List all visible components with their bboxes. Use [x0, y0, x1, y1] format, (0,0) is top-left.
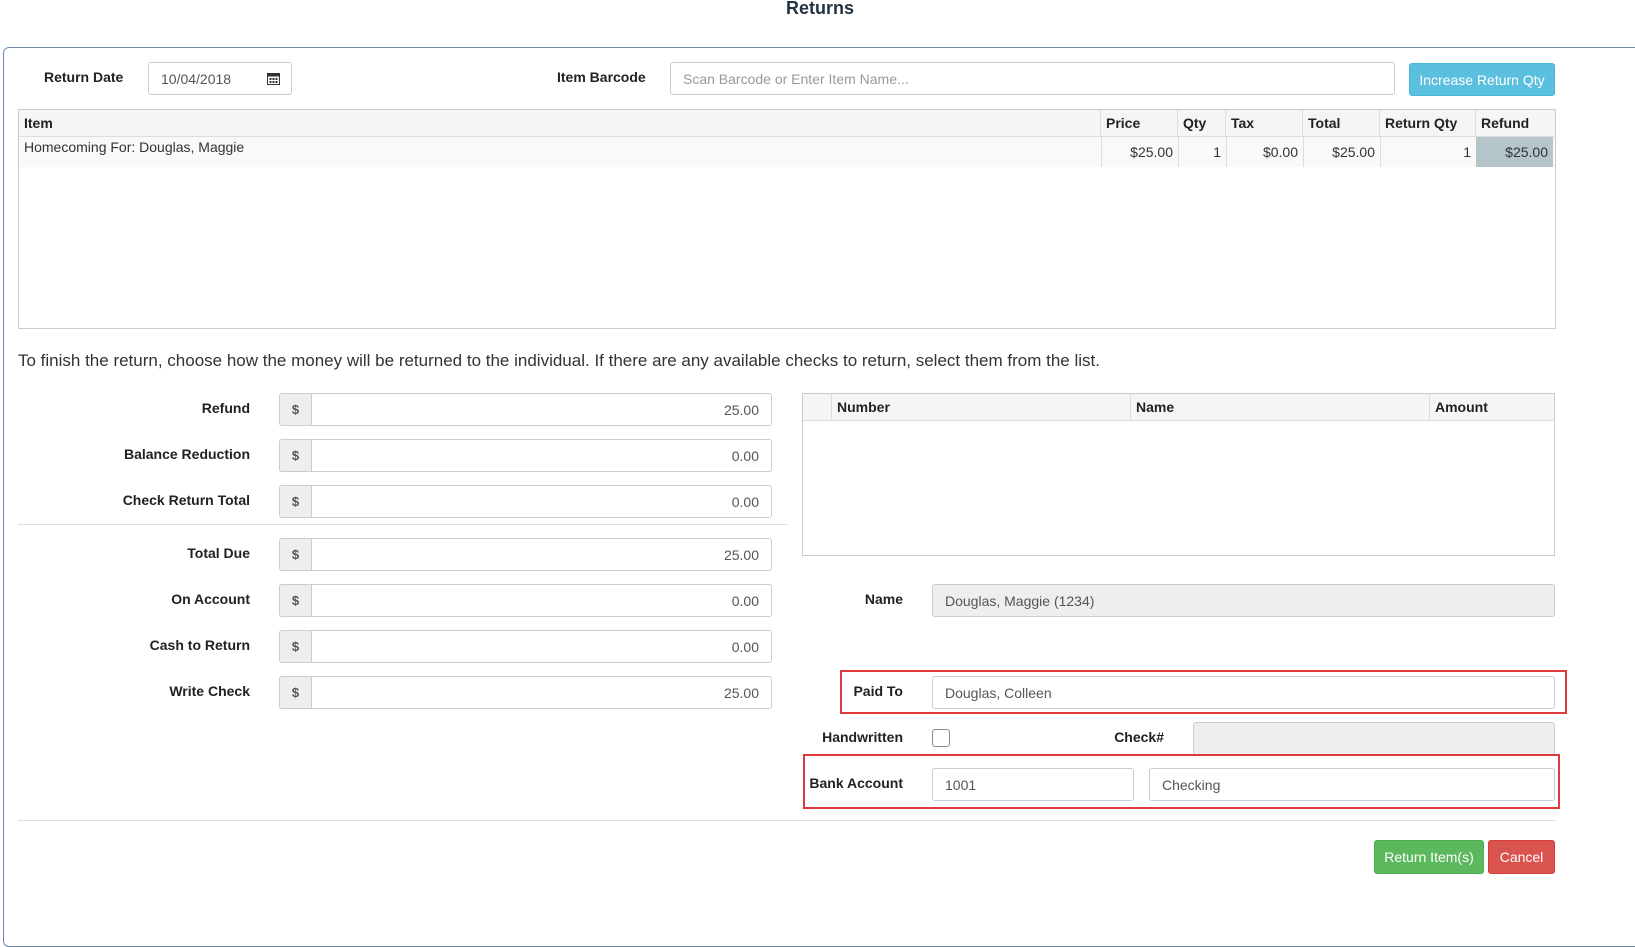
col-refund-header[interactable]: Refund — [1476, 110, 1557, 136]
col-price-header[interactable]: Price — [1101, 110, 1178, 136]
row-qty-cell: 1 — [1178, 137, 1226, 167]
table-row[interactable]: Homecoming For: Douglas, Maggie $25.00 1… — [19, 137, 1555, 167]
instructions-text: To finish the return, choose how the mon… — [18, 351, 1100, 370]
checks-grid: Number Name Amount — [802, 393, 1555, 556]
bank-account-label: Bank Account — [809, 775, 903, 791]
return-date-input[interactable]: 10/04/2018 — [148, 62, 256, 95]
paid-to-input[interactable]: Douglas, Colleen — [932, 676, 1555, 709]
row-item-cell: Homecoming For: Douglas, Maggie — [24, 139, 245, 155]
on-account-currency-addon: $ — [279, 584, 311, 617]
page-title: Returns — [785, 0, 854, 18]
total-due-currency-addon: $ — [279, 538, 311, 571]
check-return-total-input[interactable]: 0.00 — [311, 485, 772, 518]
return-date-label: Return Date — [44, 69, 124, 85]
footer-divider — [18, 820, 1556, 821]
write-check-input[interactable]: 25.00 — [311, 676, 772, 709]
row-total-cell: $25.00 — [1303, 137, 1380, 167]
col-return-qty-header[interactable]: Return Qty — [1380, 110, 1476, 136]
col-total-header[interactable]: Total — [1303, 110, 1380, 136]
total-due-input[interactable]: 25.00 — [311, 538, 772, 571]
col-amount-header[interactable]: Amount — [1430, 394, 1554, 420]
cash-to-return-label: Cash to Return — [149, 637, 250, 653]
name-label: Name — [864, 591, 903, 607]
check-number-label: Check# — [1114, 729, 1164, 745]
calendar-icon — [266, 73, 280, 85]
balance-reduction-currency-addon: $ — [279, 439, 311, 472]
col-qty-header[interactable]: Qty — [1178, 110, 1226, 136]
col-tax-header[interactable]: Tax — [1226, 110, 1303, 136]
refund-input[interactable]: 25.00 — [311, 393, 772, 426]
row-refund-cell[interactable]: $25.00 — [1476, 137, 1553, 167]
item-barcode-label: Item Barcode — [557, 69, 646, 85]
name-field: Douglas, Maggie (1234) — [932, 584, 1555, 617]
row-price-cell: $25.00 — [1101, 137, 1178, 167]
check-return-total-label: Check Return Total — [122, 492, 250, 508]
items-grid: Item Price Qty Tax Total Return Qty Refu… — [18, 109, 1556, 329]
amounts-divider — [18, 524, 788, 525]
col-number-header[interactable]: Number — [832, 394, 1131, 420]
bank-account-name-input[interactable]: Checking — [1149, 768, 1555, 801]
check-return-total-currency-addon: $ — [279, 485, 311, 518]
refund-currency-addon: $ — [279, 393, 311, 426]
on-account-label: On Account — [171, 591, 250, 607]
handwritten-checkbox[interactable] — [932, 729, 950, 747]
write-check-label: Write Check — [169, 683, 250, 699]
check-number-input[interactable] — [1193, 722, 1555, 755]
increase-return-qty-button[interactable]: Increase Return Qty — [1409, 63, 1555, 96]
cash-to-return-input[interactable]: 0.00 — [311, 630, 772, 663]
refund-label: Refund — [201, 400, 250, 416]
write-check-currency-addon: $ — [279, 676, 311, 709]
balance-reduction-label: Balance Reduction — [123, 446, 250, 462]
total-due-label: Total Due — [187, 545, 250, 561]
col-name-header[interactable]: Name — [1131, 394, 1430, 420]
barcode-placeholder: Scan Barcode or Enter Item Name... — [683, 70, 909, 87]
cancel-button[interactable]: Cancel — [1488, 840, 1555, 874]
row-return-qty-cell[interactable]: 1 — [1380, 137, 1476, 167]
barcode-input[interactable]: Scan Barcode or Enter Item Name... — [670, 62, 1395, 95]
return-items-button[interactable]: Return Item(s) — [1374, 840, 1484, 874]
calendar-button[interactable] — [255, 62, 292, 95]
row-tax-cell: $0.00 — [1226, 137, 1303, 167]
col-item-header[interactable]: Item — [19, 110, 1101, 136]
balance-reduction-input[interactable]: 0.00 — [311, 439, 772, 472]
col-select-header[interactable] — [803, 394, 832, 420]
bank-account-number-input[interactable]: 1001 — [932, 768, 1134, 801]
cash-to-return-currency-addon: $ — [279, 630, 311, 663]
paid-to-label: Paid To — [853, 683, 903, 699]
handwritten-label: Handwritten — [822, 729, 903, 745]
on-account-input[interactable]: 0.00 — [311, 584, 772, 617]
